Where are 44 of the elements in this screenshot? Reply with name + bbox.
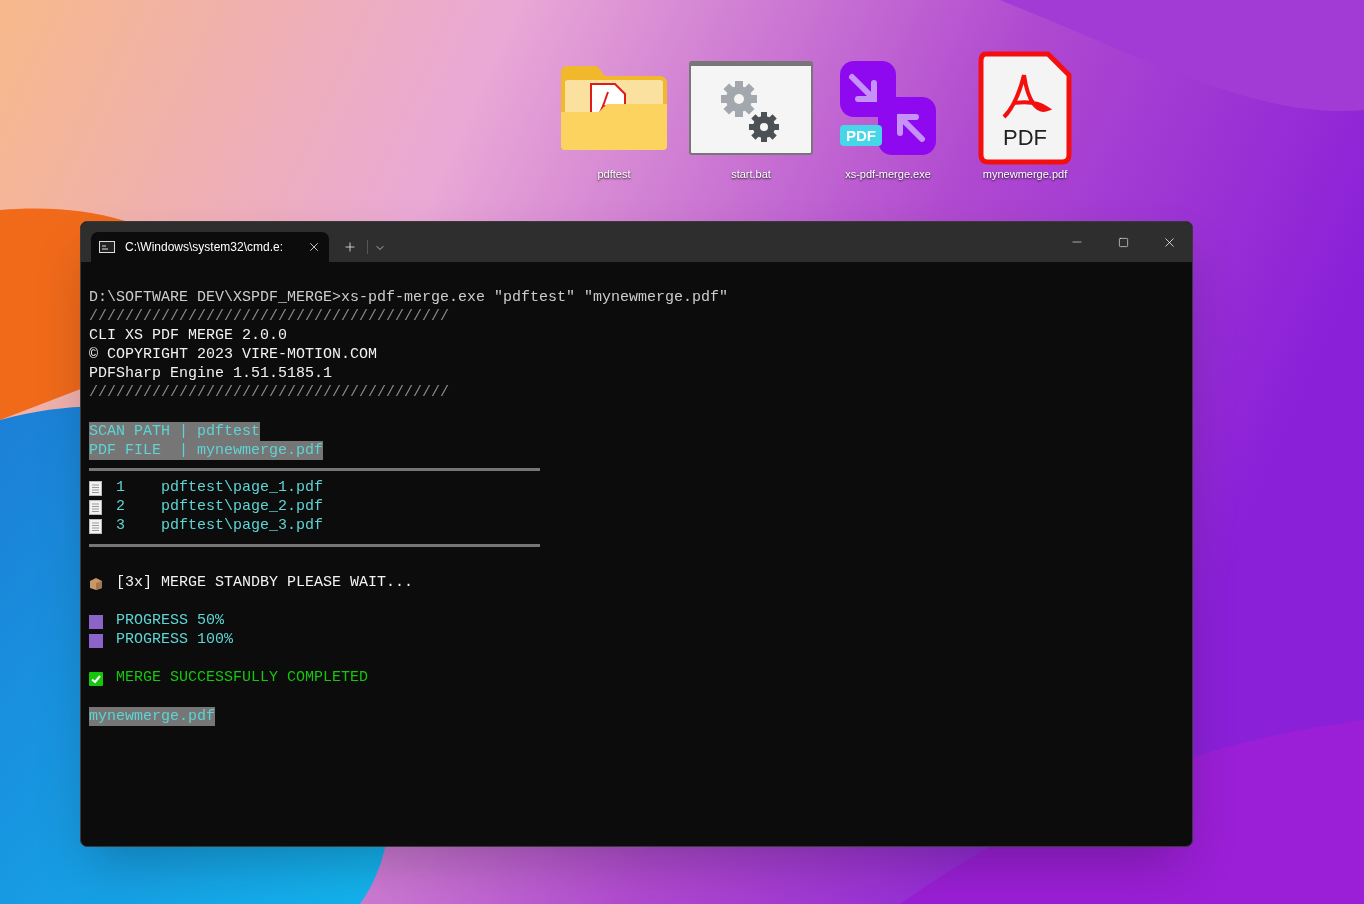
file-number: 3 <box>116 516 126 537</box>
icon-label[interactable]: xs-pdf-merge.exe <box>845 169 931 180</box>
progress-square-icon <box>89 633 103 648</box>
output-text: © COPYRIGHT 2023 VIRE-MOTION.COM <box>89 345 378 366</box>
slash-rule: //////////////////////////////////////// <box>89 307 450 328</box>
pdf-label: PDF <box>1002 127 1048 149</box>
close-icon <box>307 240 321 254</box>
output-text: PDFSharp Engine 1.51.5185.1 <box>89 364 333 385</box>
tab-close-button[interactable] <box>307 240 321 254</box>
maximize-icon <box>1117 236 1129 248</box>
package-icon <box>89 576 103 591</box>
icon-label[interactable]: mynewmerge.pdf <box>982 169 1068 180</box>
pdf-badge: PDF <box>840 125 882 146</box>
gears-window-icon <box>689 61 813 155</box>
slash-rule: //////////////////////////////////////// <box>89 383 450 404</box>
progress-text: PROGRESS 50% <box>116 611 225 632</box>
pdf-file-icon <box>978 51 1072 165</box>
success-text: MERGE SUCCESSFULLY COMPLETED <box>116 668 369 689</box>
output-text: CLI XS PDF MERGE 2.0.0 <box>89 326 288 347</box>
icon-label[interactable]: start.bat <box>731 169 771 180</box>
plus-icon <box>343 240 357 254</box>
file-number: 2 <box>116 497 126 518</box>
progress-square-icon <box>89 614 103 629</box>
tab-title: C:\Windows\system32\cmd.e: <box>125 239 284 256</box>
console-icon <box>99 241 115 253</box>
highlighted-text: PDF FILE | mynewmerge.pdf <box>89 441 324 460</box>
file-path: pdftest\page_1.pdf <box>161 478 324 499</box>
highlighted-text: SCAN PATH | pdftest <box>89 422 261 441</box>
check-icon <box>89 671 103 686</box>
document-icon <box>89 519 102 534</box>
new-tab-button[interactable] <box>343 240 357 254</box>
folder-icon <box>559 64 669 152</box>
document-icon <box>89 500 102 515</box>
progress-text: PROGRESS 100% <box>116 630 234 651</box>
file-path: pdftest\page_3.pdf <box>161 516 324 537</box>
merge-arrows-icon <box>838 59 938 157</box>
icon-label[interactable]: pdftest <box>597 169 631 180</box>
file-number: 1 <box>116 478 126 499</box>
document-icon <box>89 481 102 496</box>
status-text: [3x] MERGE STANDBY PLEASE WAIT... <box>116 573 414 594</box>
terminal-tab[interactable]: C:\Windows\system32\cmd.e: <box>91 232 329 262</box>
command-line: D:\SOFTWARE DEV\XSPDF_MERGE>xs-pdf-merge.exe "pdftest" "mynewmerge.pdf" <box>89 288 729 309</box>
file-path: pdftest\page_2.pdf <box>161 497 324 518</box>
highlighted-text: mynewmerge.pdf <box>89 707 216 726</box>
